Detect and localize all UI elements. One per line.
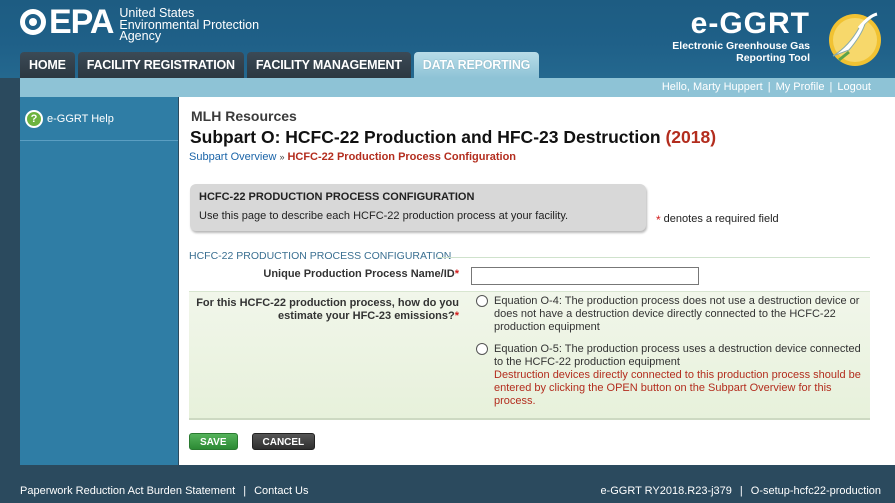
breadcrumb-arrow: »: [279, 152, 285, 162]
sidebar: ? e-GGRT Help: [20, 97, 178, 465]
footer-links: Paperwork Reduction Act Burden Statement…: [20, 485, 309, 497]
version-label: e-GGRT RY2018.R23-j379: [600, 485, 732, 497]
process-name-label-text: Unique Production Process Name/ID: [263, 268, 455, 280]
estimation-method-label-text: For this HCFC-22 production process, how…: [196, 297, 459, 322]
tool-subtitle-2: Reporting Tool: [736, 52, 810, 64]
main-nav: HOME FACILITY REGISTRATION FACILITY MANA…: [20, 52, 542, 78]
equation-o5-warning: Destruction devices directly connected t…: [494, 369, 861, 407]
nav-tab-data-reporting[interactable]: DATA REPORTING: [413, 52, 540, 78]
required-star: *: [656, 213, 661, 227]
page-id-label: O-setup-hcfc22-production: [750, 485, 881, 497]
help-label: e-GGRT Help: [47, 112, 114, 125]
separator: |: [829, 81, 833, 93]
breadcrumb-subpart-overview[interactable]: Subpart Overview: [189, 151, 276, 163]
help-icon: ?: [25, 109, 43, 128]
breadcrumb-current: HCFC-22 Production Process Configuration: [287, 151, 517, 163]
equation-o5-radio[interactable]: [476, 343, 488, 355]
organization-name: MLH Resources: [191, 108, 297, 124]
epa-seal-icon: [20, 9, 46, 35]
required-note-text: denotes a required field: [663, 213, 779, 225]
agency-name: United States Environmental Protection A…: [119, 7, 259, 43]
equation-o5-text: Equation O-5: The production process use…: [494, 343, 861, 368]
equation-o5-content: Equation O-5: The production process use…: [494, 343, 866, 408]
estimation-method-row: For this HCFC-22 production process, how…: [189, 291, 870, 420]
instructions-text: Use this page to describe each HCFC-22 p…: [199, 210, 569, 222]
page-title-text: Subpart O: HCFC-22 Production and HFC-23…: [190, 127, 661, 147]
site-footer: Paperwork Reduction Act Burden Statement…: [0, 465, 895, 503]
form-actions: SAVE CANCEL: [189, 433, 329, 450]
form-section-title: HCFC-22 PRODUCTION PROCESS CONFIGURATION: [189, 250, 452, 262]
tool-title: e-GGRT: [690, 7, 810, 40]
required-star: *: [454, 268, 459, 280]
instructions-title: HCFC-22 PRODUCTION PROCESS CONFIGURATION: [199, 191, 475, 203]
cancel-button[interactable]: CANCEL: [251, 433, 316, 450]
help-link[interactable]: ? e-GGRT Help: [20, 97, 178, 141]
page-title: Subpart O: HCFC-22 Production and HFC-23…: [190, 127, 716, 148]
main-content: MLH Resources Subpart O: HCFC-22 Product…: [179, 97, 895, 465]
option-equation-o4[interactable]: Equation O-4: The production process doe…: [476, 295, 866, 334]
process-name-input[interactable]: [471, 267, 699, 285]
tool-subtitle-1: Electronic Greenhouse Gas: [672, 40, 810, 52]
separator: |: [767, 81, 771, 93]
contact-us-link[interactable]: Contact Us: [254, 485, 308, 497]
separator: |: [243, 485, 247, 497]
epa-wordmark: EPA: [49, 3, 114, 41]
required-star: *: [454, 310, 459, 322]
save-button[interactable]: SAVE: [189, 433, 238, 450]
option-equation-o5[interactable]: Equation O-5: The production process use…: [476, 343, 866, 408]
my-profile-link[interactable]: My Profile: [776, 81, 825, 93]
breadcrumb: Subpart Overview» HCFC-22 Production Proc…: [189, 151, 516, 163]
agency-line-3: Agency: [119, 29, 162, 43]
required-field-note: * denotes a required field: [656, 213, 779, 227]
user-greeting: Hello, Marty Huppert: [661, 81, 763, 93]
nav-tab-facility-registration[interactable]: FACILITY REGISTRATION: [77, 52, 244, 78]
tool-logo: e-GGRT Electronic Greenhouse Gas Reporti…: [672, 7, 810, 65]
equation-o4-radio[interactable]: [476, 295, 488, 307]
egret-logo-icon: [829, 12, 881, 66]
epa-logo[interactable]: EPA United States Environmental Protecti…: [20, 3, 259, 43]
estimation-method-label: For this HCFC-22 production process, how…: [189, 297, 459, 323]
site-header: EPA United States Environmental Protecti…: [0, 0, 895, 78]
separator: |: [739, 485, 743, 497]
logout-link[interactable]: Logout: [837, 81, 871, 93]
nav-tab-home[interactable]: HOME: [20, 52, 75, 78]
nav-tab-facility-management[interactable]: FACILITY MANAGEMENT: [246, 52, 411, 78]
process-name-row: Unique Production Process Name/ID*: [189, 263, 870, 291]
instructions-box: HCFC-22 PRODUCTION PROCESS CONFIGURATION…: [190, 184, 646, 231]
process-name-label: Unique Production Process Name/ID*: [189, 268, 459, 280]
paperwork-link[interactable]: Paperwork Reduction Act Burden Statement: [20, 485, 235, 497]
footer-version: e-GGRT RY2018.R23-j379 | O-setup-hcfc22-pr…: [600, 485, 881, 497]
reporting-year: (2018): [665, 127, 717, 147]
user-bar: Hello, Marty Huppert | My Profile | Logout: [20, 78, 895, 97]
section-divider: [437, 257, 870, 258]
equation-o4-text: Equation O-4: The production process doe…: [494, 295, 860, 333]
